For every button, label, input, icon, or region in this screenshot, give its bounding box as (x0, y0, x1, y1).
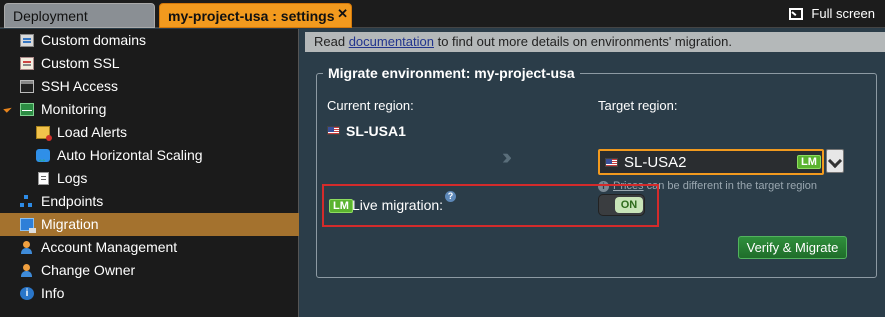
current-region-label: Current region: (327, 98, 414, 113)
info-icon: i (20, 287, 34, 300)
sidebar-item-load-alerts[interactable]: Load Alerts (0, 121, 299, 144)
fullscreen-icon (789, 8, 804, 20)
tab-settings-label: my-project-usa : settings (168, 8, 335, 24)
sidebar-item-label: Endpoints (41, 193, 104, 209)
target-region-label: Target region: (598, 98, 678, 113)
scaling-icon (36, 149, 50, 165)
sidebar-item-label: Migration (41, 216, 99, 232)
close-tab-icon[interactable]: ✕ (337, 2, 348, 26)
us-flag-icon (327, 126, 340, 135)
tab-settings[interactable]: my-project-usa : settings ✕ (159, 3, 352, 28)
sidebar-item-ssh-access[interactable]: SSH Access (0, 75, 299, 98)
sidebar-item-label: Info (41, 285, 65, 301)
sidebar-item-label: Custom SSL (41, 55, 120, 71)
migrate-environment-fieldset: Migrate environment: my-project-usa Curr… (316, 65, 877, 278)
tab-bar: Deployment manager my-project-usa : sett… (0, 0, 885, 48)
toggle-state: ON (615, 197, 643, 213)
sidebar-item-monitoring[interactable]: Monitoring (0, 98, 299, 121)
sidebar-item-label: SSH Access (41, 78, 119, 94)
terminal-icon (20, 80, 34, 93)
verify-migrate-button[interactable]: Verify & Migrate (738, 236, 847, 259)
sidebar-nav: Custom domains Custom SSL SSH Access Mon… (0, 29, 299, 317)
sidebar-item-change-owner[interactable]: Change Owner (0, 259, 299, 282)
sidebar-item-label: Logs (57, 170, 88, 186)
tab-deployment-manager[interactable]: Deployment manager (4, 3, 155, 48)
sidebar-item-custom-ssl[interactable]: Custom SSL (0, 52, 299, 75)
chevron-right-arrows-icon: ››› (502, 144, 512, 169)
sidebar-item-info[interactable]: i Info (0, 282, 299, 305)
sidebar-item-label: Monitoring (41, 101, 107, 117)
target-region-select[interactable]: SL-USA2 LM (598, 149, 824, 175)
documentation-link[interactable]: documentation (349, 34, 434, 49)
live-migration-toggle[interactable]: ON (598, 194, 645, 216)
us-flag-icon (605, 158, 618, 167)
change-owner-icon (20, 264, 34, 277)
sidebar-item-label: Change Owner (41, 262, 136, 278)
chevron-down-icon[interactable] (826, 149, 844, 173)
fieldset-legend: Migrate environment: my-project-usa (323, 65, 580, 82)
users-icon (20, 241, 34, 254)
info-suffix: to find out more details on environments… (433, 34, 733, 49)
info-bar: Read documentation to find out more deta… (305, 32, 885, 52)
sidebar-item-label: Account Management (41, 239, 178, 255)
target-region-value: SL-USA2 (624, 154, 687, 171)
sidebar-item-custom-domains[interactable]: Custom domains (0, 29, 299, 52)
sidebar-item-label: Custom domains (41, 32, 147, 48)
sidebar-item-logs[interactable]: Logs (0, 167, 299, 190)
expand-arrow-icon[interactable] (3, 104, 12, 113)
monitoring-icon (20, 103, 34, 116)
live-migration-label: Live migration: (352, 197, 444, 213)
sidebar-item-endpoints[interactable]: Endpoints (0, 190, 299, 213)
prices-hint-text: can be different in the target region (643, 180, 818, 192)
migration-panel: Read documentation to find out more deta… (300, 29, 885, 317)
lm-badge: LM (797, 155, 821, 169)
fullscreen-label: Full screen (811, 6, 875, 21)
info-prefix: Read (314, 34, 349, 49)
sidebar-item-label: Load Alerts (57, 124, 128, 140)
sidebar-item-migration[interactable]: Migration (0, 213, 299, 236)
custom-domains-icon (20, 34, 34, 47)
lm-badge: LM (329, 199, 353, 213)
sidebar-item-account-management[interactable]: Account Management (0, 236, 299, 259)
document-icon (38, 172, 49, 185)
sidebar-item-auto-horizontal-scaling[interactable]: Auto Horizontal Scaling (0, 144, 299, 167)
current-region-value: SL-USA1 (346, 123, 406, 139)
fullscreen-button[interactable]: Full screen (789, 5, 875, 23)
endpoints-icon (20, 195, 34, 208)
migration-icon (20, 218, 36, 233)
sidebar-item-label: Auto Horizontal Scaling (57, 147, 203, 163)
alert-envelope-icon (36, 126, 52, 141)
ssl-certificate-icon (20, 57, 34, 70)
help-icon[interactable]: ? (445, 191, 456, 202)
